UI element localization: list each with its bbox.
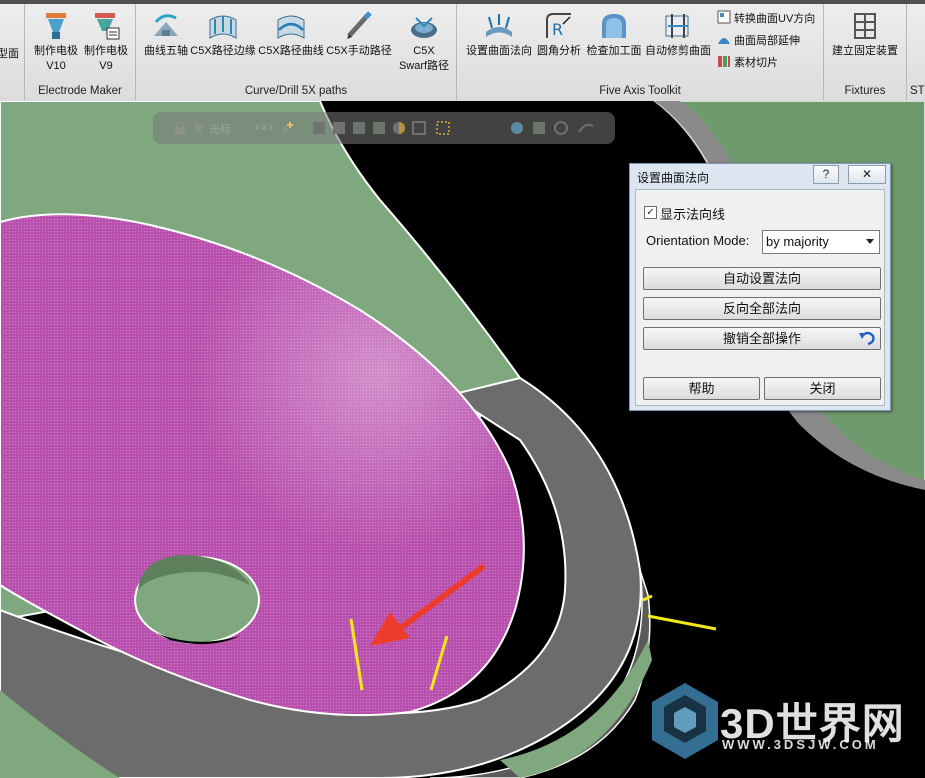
cursor-snap-icon[interactable] bbox=[193, 120, 207, 136]
auto-trim-button[interactable]: 自动修剪曲面 bbox=[643, 10, 713, 59]
check-surface-button[interactable]: 检查加工面 bbox=[583, 10, 645, 59]
c5x-curve-path-icon bbox=[277, 15, 305, 39]
orientation-mode-label: Orientation Mode: bbox=[646, 233, 750, 248]
check-surface-label: 检查加工面 bbox=[586, 45, 642, 57]
reverse-all-normals-label: 反向全部法向 bbox=[722, 301, 801, 316]
dialog-close-icon[interactable]: ✕ bbox=[848, 165, 886, 184]
ribbon-group-partial: 型面 bbox=[0, 4, 25, 100]
c5x-curve-path-label: C5X路径曲线 bbox=[258, 45, 324, 57]
c5x-swarf-label2: Swarf路径 bbox=[398, 60, 450, 72]
cursor-dropdown-label[interactable]: 光标 bbox=[209, 121, 231, 137]
dialog-body: ✓ 显示法向线 Orientation Mode: by majority 自动… bbox=[635, 189, 885, 406]
surface-normal-icon bbox=[486, 14, 512, 37]
stock-slice-label: 素材切片 bbox=[734, 57, 778, 69]
undo-all-button[interactable]: 撤销全部操作 bbox=[643, 327, 881, 350]
fillet-analysis-icon: R bbox=[546, 13, 571, 39]
shading-mode-icons[interactable] bbox=[313, 120, 453, 136]
xyz-label[interactable]: x x z bbox=[255, 122, 274, 132]
fillet-analysis-button[interactable]: R 圆角分析 bbox=[533, 10, 585, 59]
check-surface-icon bbox=[602, 14, 626, 38]
ribbon-group-electrode-maker: 制作电极 V10 制作电极 V9 Electrode Maker bbox=[25, 4, 136, 100]
c5x-curve-path-button[interactable]: C5X路径曲线 bbox=[258, 10, 324, 59]
lock-icon[interactable] bbox=[173, 120, 187, 136]
show-normals-label[interactable]: 显示法向线 bbox=[660, 204, 725, 223]
partial-button-label[interactable]: 型面 bbox=[0, 47, 22, 62]
electrode-v10-label1: 制作电极 bbox=[34, 45, 78, 57]
svg-text:R: R bbox=[552, 20, 563, 39]
five-axis-group-label: Five Axis Toolkit bbox=[599, 85, 681, 97]
uv-direction-label: 转换曲面UV方向 bbox=[734, 13, 816, 25]
c5x-swarf-icon bbox=[411, 17, 437, 38]
dialog-title-bar[interactable]: 设置曲面法向 ? ✕ bbox=[630, 164, 890, 186]
set-surface-normal-dialog: 设置曲面法向 ? ✕ ✓ 显示法向线 Orientation Mode: by … bbox=[629, 163, 891, 411]
curve-5axis-icon bbox=[154, 14, 178, 36]
c5x-swarf-button[interactable]: C5X Swarf路径 bbox=[394, 10, 454, 74]
surface-extend-button[interactable]: 曲面局部延伸 bbox=[717, 32, 800, 50]
curve-drill-group-label: Curve/Drill 5X paths bbox=[244, 85, 348, 97]
dialog-title: 设置曲面法向 bbox=[637, 171, 710, 185]
curve-5axis-button[interactable]: 曲线五轴 bbox=[140, 10, 192, 59]
auto-set-normals-button[interactable]: 自动设置法向 bbox=[643, 267, 881, 290]
fixtures-group-label: Fixtures bbox=[844, 85, 886, 97]
set-surface-normal-label: 设置曲面法向 bbox=[466, 45, 532, 57]
create-fixture-label: 建立固定装置 bbox=[832, 45, 898, 57]
undo-all-label: 撤销全部操作 bbox=[722, 331, 801, 346]
c5x-edge-path-icon bbox=[209, 15, 237, 39]
electrode-v10-label2: V10 bbox=[46, 60, 66, 72]
undo-icon bbox=[859, 331, 875, 346]
orientation-mode-select[interactable]: by majority bbox=[762, 230, 880, 254]
electrode-v9-button[interactable]: 制作电极 V9 bbox=[80, 10, 132, 74]
dialog-help-icon[interactable]: ? bbox=[813, 165, 839, 184]
electrode-v9-label2: V9 bbox=[99, 60, 113, 72]
ribbon-group-five-axis-toolkit: 设置曲面法向 R 圆角分析 检查加工面 自动修剪曲面 转换曲面UV方向 曲面局部… bbox=[457, 4, 824, 100]
uv-direction-icon bbox=[717, 10, 731, 24]
chevron-down-icon bbox=[866, 239, 874, 244]
uv-direction-button[interactable]: 转换曲面UV方向 bbox=[717, 10, 815, 28]
floating-quick-toolbar: 光标 x x z bbox=[153, 112, 615, 144]
auto-set-normals-label: 自动设置法向 bbox=[722, 271, 801, 286]
close-button-label: 关闭 bbox=[809, 381, 836, 396]
electrode-v10-button[interactable]: 制作电极 V10 bbox=[30, 10, 82, 74]
electrode-v9-label1: 制作电极 bbox=[84, 45, 128, 57]
close-button[interactable]: 关闭 bbox=[764, 377, 881, 400]
show-normals-checkbox[interactable]: ✓ bbox=[644, 206, 657, 219]
reverse-all-normals-button[interactable]: 反向全部法向 bbox=[643, 297, 881, 320]
point-add-icon[interactable] bbox=[279, 120, 295, 136]
create-fixture-button[interactable]: 建立固定装置 bbox=[828, 10, 902, 59]
c5x-edge-path-button[interactable]: C5X路径边缘 bbox=[190, 10, 256, 59]
c5x-manual-path-icon bbox=[347, 11, 372, 39]
ribbon-group-fixtures: 建立固定装置 Fixtures bbox=[824, 4, 907, 100]
help-button[interactable]: 帮助 bbox=[643, 377, 760, 400]
auto-trim-icon bbox=[665, 14, 689, 38]
stock-slice-button[interactable]: 素材切片 bbox=[717, 54, 778, 72]
electrode-v10-icon bbox=[46, 13, 66, 39]
ribbon-group-st-partial: ST bbox=[907, 4, 925, 100]
orientation-mode-value: by majority bbox=[766, 234, 829, 249]
surface-extend-icon bbox=[718, 38, 730, 44]
c5x-manual-path-label: C5X手动路径 bbox=[326, 45, 392, 57]
electrode-v9-icon bbox=[95, 13, 120, 40]
auto-trim-label: 自动修剪曲面 bbox=[645, 45, 711, 57]
c5x-edge-path-label: C5X路径边缘 bbox=[190, 45, 256, 57]
view-tools-icons[interactable] bbox=[507, 120, 607, 136]
ribbon-group-curve-drill: 曲线五轴 C5X路径边缘 C5X路径曲线 C5X手动路径 C5X Swarf路径… bbox=[136, 4, 457, 100]
set-surface-normal-button[interactable]: 设置曲面法向 bbox=[463, 10, 535, 59]
curve-5axis-label: 曲线五轴 bbox=[144, 45, 188, 57]
fixture-icon bbox=[854, 13, 876, 39]
ribbon-toolbar: 型面 制作电极 V10 制作电极 V9 Electrode Maker 曲线五轴… bbox=[0, 0, 925, 102]
electrode-maker-group-label: Electrode Maker bbox=[38, 85, 122, 97]
st-group-label: ST bbox=[910, 85, 925, 97]
c5x-manual-path-button[interactable]: C5X手动路径 bbox=[326, 10, 392, 59]
watermark-url: WWW.3DSJW.COM bbox=[722, 737, 879, 752]
surface-extend-label: 曲面局部延伸 bbox=[734, 35, 800, 47]
c5x-swarf-label1: C5X bbox=[413, 45, 435, 57]
stock-slice-icon bbox=[718, 56, 730, 67]
help-button-label: 帮助 bbox=[688, 381, 715, 396]
fillet-analysis-label: 圆角分析 bbox=[537, 45, 581, 57]
